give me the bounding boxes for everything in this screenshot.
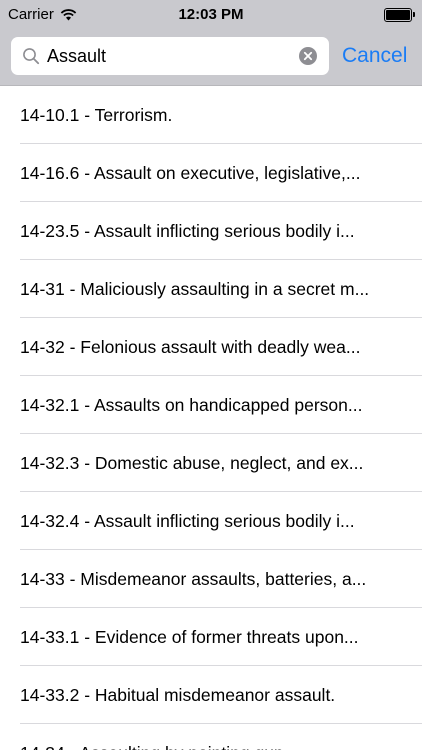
- result-item[interactable]: 14-32.1 - Assaults on handicapped person…: [0, 376, 422, 434]
- result-item[interactable]: 14-23.5 - Assault inflicting serious bod…: [0, 202, 422, 260]
- result-item[interactable]: 14-32 - Felonious assault with deadly we…: [0, 318, 422, 376]
- clear-icon[interactable]: [299, 47, 317, 65]
- search-input[interactable]: [47, 37, 287, 75]
- cancel-button[interactable]: Cancel: [342, 41, 407, 71]
- result-item[interactable]: 14-10.1 - Terrorism.: [0, 86, 422, 144]
- result-item[interactable]: 14-16.6 - Assault on executive, legislat…: [0, 144, 422, 202]
- result-item[interactable]: 14-32.4 - Assault inflicting serious bod…: [0, 492, 422, 550]
- search-field[interactable]: [11, 37, 329, 75]
- status-time: 12:03 PM: [178, 6, 244, 23]
- result-item[interactable]: 14-31 - Maliciously assaulting in a secr…: [0, 260, 422, 318]
- result-item[interactable]: 14-33.2 - Habitual misdemeanor assault.: [0, 666, 422, 724]
- result-item[interactable]: 14-32.3 - Domestic abuse, neglect, and e…: [0, 434, 422, 492]
- search-bar: Cancel: [0, 30, 422, 86]
- result-item[interactable]: 14-34 - Assaulting by pointing gun.: [0, 724, 422, 750]
- search-icon: [23, 48, 40, 65]
- result-list: 14-10.1 - Terrorism. 14-16.6 - Assault o…: [0, 86, 422, 750]
- battery-icon: [384, 8, 415, 22]
- result-item[interactable]: 14-33 - Misdemeanor assaults, batteries,…: [0, 550, 422, 608]
- status-bar: Carrier 12:03 PM: [0, 0, 422, 30]
- result-item[interactable]: 14-33.1 - Evidence of former threats upo…: [0, 608, 422, 666]
